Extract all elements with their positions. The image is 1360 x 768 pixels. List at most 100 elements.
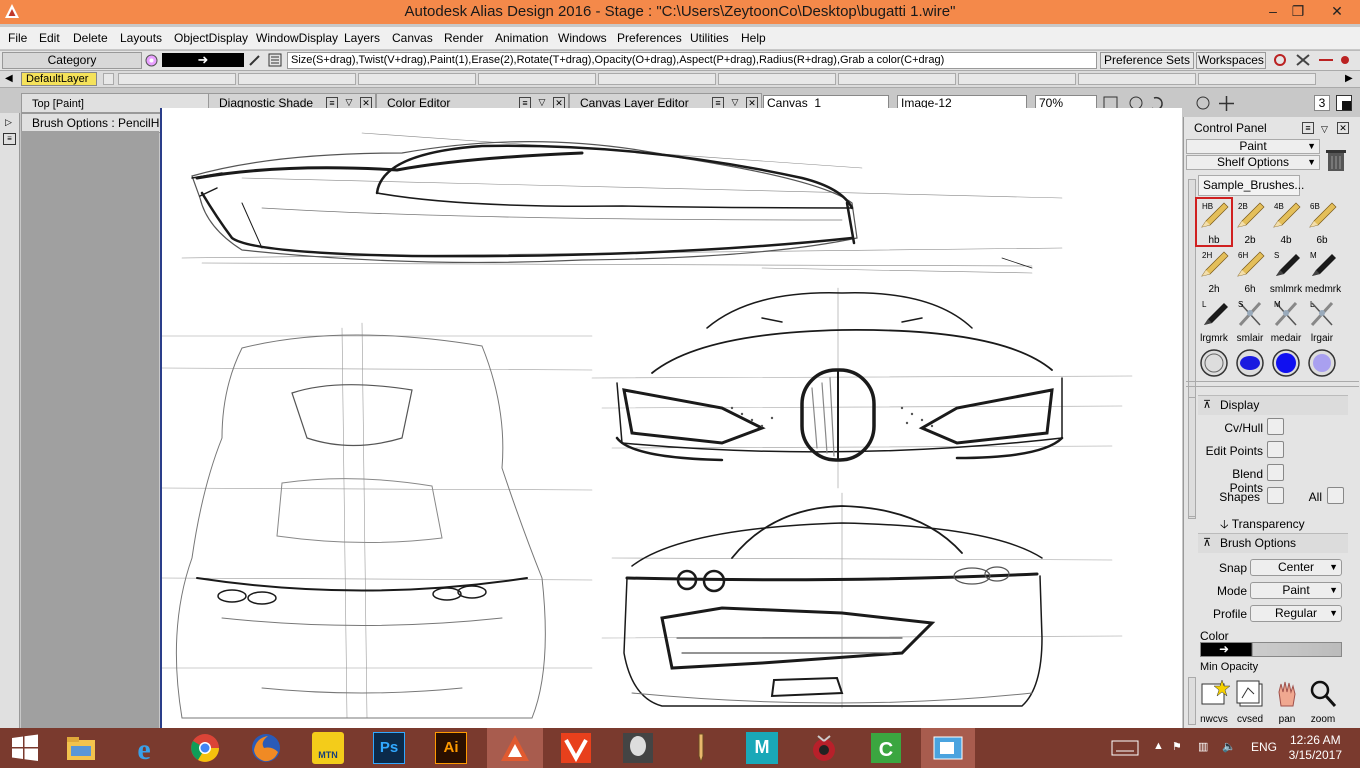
sketch-canvas[interactable] xyxy=(160,108,1182,728)
shelf-options-dropdown[interactable]: Shelf Options ▼ xyxy=(1186,155,1320,170)
brush-lrgair[interactable]: Llrgair xyxy=(1305,297,1339,344)
brush-2h[interactable]: 2H 2h xyxy=(1197,248,1231,295)
system-clock[interactable]: 12:26 AM 3/15/2017 xyxy=(1289,733,1342,763)
recorder-taskbar-active[interactable] xyxy=(921,728,975,768)
layer-slot[interactable] xyxy=(718,73,836,85)
illustrator-icon[interactable]: Ai xyxy=(435,732,467,764)
vectorworks-icon[interactable] xyxy=(560,732,592,764)
pan-tool[interactable]: pan xyxy=(1270,678,1304,726)
workspace-tools-icons[interactable] xyxy=(1271,53,1355,68)
shelf-tab-sample-brushes[interactable]: Sample_Brushes... xyxy=(1198,175,1304,196)
default-layer[interactable]: DefaultLayer xyxy=(21,72,97,86)
current-color-swatch[interactable]: ➜ xyxy=(162,53,244,67)
menu-objectdisplay[interactable]: ObjectDisplay xyxy=(174,31,248,45)
brush-options-section-header[interactable]: ⊼ Brush Options xyxy=(1198,533,1348,553)
layer-slot[interactable] xyxy=(598,73,716,85)
alias-taskbar-active[interactable] xyxy=(487,728,543,768)
display-section-header[interactable]: ⊼ Display xyxy=(1198,395,1348,415)
color-wheel-icon[interactable] xyxy=(145,54,158,67)
menu-layers[interactable]: Layers xyxy=(344,31,380,45)
photoshop-icon[interactable]: Ps xyxy=(373,732,405,764)
menu-delete[interactable]: Delete xyxy=(73,31,108,45)
layer-scroll-right-icon[interactable]: ▶ xyxy=(1345,73,1353,84)
show-hidden-icons-icon[interactable]: ▲ xyxy=(1153,740,1164,752)
camtasia-icon[interactable]: C xyxy=(870,732,902,764)
list-icon[interactable]: ≡ xyxy=(3,133,16,145)
chrome-icon[interactable] xyxy=(189,732,221,764)
layer-scroll-left-icon[interactable]: ◀ xyxy=(5,73,13,84)
menu-help[interactable]: Help xyxy=(741,31,766,45)
close-button[interactable]: ✕ xyxy=(1322,0,1352,24)
network-icon[interactable]: ▥ xyxy=(1198,740,1208,753)
maya-icon[interactable]: M xyxy=(746,732,778,764)
layer-slot[interactable] xyxy=(838,73,956,85)
eyedropper-icon[interactable] xyxy=(248,53,262,67)
menu-windows[interactable]: Windows xyxy=(558,31,607,45)
layer-slot[interactable] xyxy=(1198,73,1316,85)
brush-smlair[interactable]: Ssmlair xyxy=(1233,297,1267,344)
language-indicator[interactable]: ENG xyxy=(1251,740,1277,754)
layer-slot[interactable] xyxy=(358,73,476,85)
portrait-app-icon[interactable] xyxy=(622,732,654,764)
brush-medmrk[interactable]: Mmedmrk xyxy=(1305,248,1341,295)
layer-visibility-toggle[interactable] xyxy=(103,73,114,85)
expand-arrow-icon[interactable]: ▷ xyxy=(5,117,12,128)
internet-explorer-icon[interactable]: e xyxy=(128,732,160,764)
menu-layouts[interactable]: Layouts xyxy=(120,31,162,45)
new-canvas-tool[interactable]: nwcvs xyxy=(1197,678,1231,726)
shapes-checkbox[interactable] xyxy=(1267,487,1284,504)
menu-list-icon[interactable]: ≡ xyxy=(1302,122,1314,134)
action-center-flag-icon[interactable]: ⚑ xyxy=(1172,740,1182,753)
edit-points-checkbox[interactable] xyxy=(1267,441,1284,458)
collapse-arrow-icon[interactable]: ▽ xyxy=(1321,120,1328,138)
restore-button[interactable]: ❐ xyxy=(1283,0,1313,24)
menu-windowdisplay[interactable]: WindowDisplay xyxy=(256,31,338,45)
brush-color-bar[interactable]: ➜ xyxy=(1200,642,1342,657)
menu-canvas[interactable]: Canvas xyxy=(392,31,433,45)
profile-dropdown[interactable]: Regular ▼ xyxy=(1250,605,1342,622)
menu-animation[interactable]: Animation xyxy=(495,31,548,45)
mtn-app-icon[interactable]: MTN xyxy=(312,732,344,764)
volume-icon[interactable]: 🔈 xyxy=(1222,740,1236,753)
keyboard-icon[interactable] xyxy=(1111,740,1139,756)
zoom-tool[interactable]: zoom xyxy=(1306,678,1340,726)
brush-2b[interactable]: 2B 2b xyxy=(1233,199,1267,246)
sketch-pencil-icon[interactable] xyxy=(685,732,717,764)
cv-hull-checkbox[interactable] xyxy=(1267,418,1284,435)
menu-file[interactable]: File xyxy=(8,31,27,45)
menu-render[interactable]: Render xyxy=(444,31,483,45)
blend-points-checkbox[interactable] xyxy=(1267,464,1284,481)
brush-6h[interactable]: 6H 6h xyxy=(1233,248,1267,295)
layer-slot[interactable] xyxy=(238,73,356,85)
category-button[interactable]: Category xyxy=(2,52,142,69)
options-scrollbar[interactable] xyxy=(1188,397,1196,517)
layer-slot[interactable] xyxy=(478,73,596,85)
tools-scrollbar[interactable] xyxy=(1188,677,1196,725)
layer-slot[interactable] xyxy=(1078,73,1196,85)
brush-4b[interactable]: 4B 4b xyxy=(1269,199,1303,246)
close-icon[interactable]: ✕ xyxy=(1337,122,1349,134)
brush-medair[interactable]: Mmedair xyxy=(1269,297,1303,344)
workspaces-button[interactable]: Workspaces xyxy=(1196,52,1266,69)
trash-icon[interactable] xyxy=(1324,147,1348,173)
file-explorer-icon[interactable] xyxy=(65,732,97,764)
move-cross-icon[interactable] xyxy=(1218,95,1235,112)
brush-color-swatches[interactable] xyxy=(1198,347,1342,379)
canvas-edit-tool[interactable]: cvsed xyxy=(1233,678,1267,726)
menu-utilities[interactable]: Utilities xyxy=(690,31,729,45)
menu-preferences[interactable]: Preferences xyxy=(617,31,682,45)
snap-dropdown[interactable]: Center ▼ xyxy=(1250,559,1342,576)
paint-mode-dropdown[interactable]: Paint ▼ xyxy=(1186,139,1320,154)
brush-smlmrk[interactable]: Ssmlmrk xyxy=(1269,248,1303,295)
windows-start-icon[interactable] xyxy=(9,732,41,764)
brush-hb[interactable]: HB hb xyxy=(1195,197,1233,247)
menu-edit[interactable]: Edit xyxy=(39,31,60,45)
layer-slot[interactable] xyxy=(118,73,236,85)
preference-sets-button[interactable]: Preference Sets xyxy=(1100,52,1194,69)
firefox-icon[interactable] xyxy=(250,732,282,764)
layer-slot[interactable] xyxy=(958,73,1076,85)
panel-divider[interactable] xyxy=(1186,381,1359,387)
brush-lrgmrk[interactable]: Llrgmrk xyxy=(1197,297,1231,344)
all-checkbox[interactable] xyxy=(1327,487,1344,504)
brush-6b[interactable]: 6B 6b xyxy=(1305,199,1339,246)
